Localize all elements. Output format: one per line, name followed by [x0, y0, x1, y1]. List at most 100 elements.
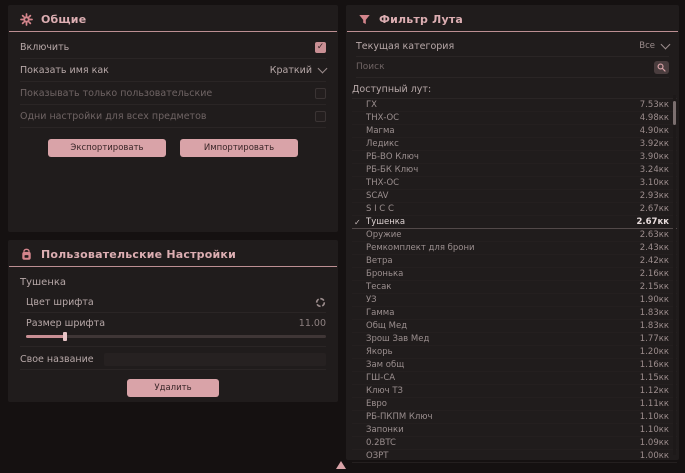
loot-item-value: 1.09кк [640, 438, 669, 448]
loot-row[interactable]: Магма 4.90кк [352, 125, 677, 138]
export-import-row: Экспортировать Импортировать [8, 139, 338, 157]
name-mode-label: Показать имя как [20, 65, 109, 76]
loot-row[interactable]: ГХ 7.53кк [352, 99, 677, 112]
loot-item-value: 3.90кк [640, 152, 669, 162]
loot-item-value: 1.11кк [640, 399, 669, 409]
loot-scrollbar[interactable] [673, 95, 676, 455]
loot-item-name: S I C C [366, 204, 640, 214]
loot-row[interactable]: УЗ 1.90кк [352, 294, 677, 307]
loot-item-value: 1.10кк [640, 425, 669, 435]
name-mode-select[interactable]: Краткий [270, 65, 326, 76]
loot-row[interactable]: Евро 1.11кк [352, 398, 677, 411]
loot-row[interactable]: Гамма 1.83кк [352, 307, 677, 320]
loot-row[interactable]: Общ Мед 1.83кк [352, 320, 677, 333]
category-select[interactable]: Все [639, 41, 669, 51]
loot-item-name: ТНХ-ОС [366, 178, 640, 188]
custom-name-label: Свое название [20, 354, 94, 365]
loot-row[interactable]: ГШ-СА 1.15кк [352, 372, 677, 385]
loot-row[interactable]: ✓ Тушенка 2.67кк [352, 216, 677, 229]
same-settings-label: Одни настройки для всех предметов [20, 111, 206, 122]
loot-item-name: Ледикс [366, 139, 640, 149]
delete-row: Удалить [8, 379, 338, 397]
loot-row[interactable]: Зрош Зав Мед 1.77кк [352, 333, 677, 346]
loot-item-name: Ключ ТЗ [366, 386, 640, 396]
only-custom-checkbox[interactable] [315, 88, 326, 99]
loot-item-name: РБ-ВО Ключ [366, 152, 640, 162]
loot-row[interactable]: РБ-ВО Ключ 3.90кк [352, 151, 677, 164]
loot-row[interactable]: Ключ ТЗ 1.12кк [352, 385, 677, 398]
loot-item-value: 1.90кк [640, 295, 669, 305]
loot-item-value: 4.90кк [640, 126, 669, 136]
loot-item-name: Общ Мед [366, 321, 640, 331]
check-icon: ✓ [354, 218, 366, 227]
general-panel-header: Общие [8, 5, 338, 31]
loot-item-value: 2.67кк [640, 204, 669, 214]
loot-item-name: Зрош Зав Мед [366, 334, 640, 344]
loot-item-value: 1.12кк [640, 386, 669, 396]
loot-item-name: 0.2BTC [366, 438, 640, 448]
loot-row[interactable]: Зам общ 1.16кк [352, 359, 677, 372]
search-button[interactable] [654, 61, 669, 74]
font-size-slider-fill [26, 335, 65, 338]
available-loot-label: Доступный лут: [352, 84, 673, 95]
loot-row[interactable]: Оружие 2.63кк [352, 229, 677, 242]
loot-item-name: РБ-БК Ключ [366, 165, 640, 175]
loot-row[interactable]: Бронька 2.16кк [352, 268, 677, 281]
resize-handle-icon[interactable] [336, 461, 346, 469]
same-settings-checkbox[interactable] [315, 111, 326, 122]
loot-item-name: Зам общ [366, 360, 640, 370]
loot-row[interactable]: Ветра 2.42кк [352, 255, 677, 268]
loot-row[interactable]: Ремкомплект для брони 2.43кк [352, 242, 677, 255]
funnel-icon [358, 13, 371, 26]
loot-item-value: 1.83кк [640, 321, 669, 331]
delete-button[interactable]: Удалить [127, 379, 219, 397]
divider [20, 346, 326, 347]
loot-item-value: 1.20кк [640, 347, 669, 357]
font-size-value: 11.00 [299, 318, 326, 329]
loot-row[interactable]: РБ-БК Ключ 3.24кк [352, 164, 677, 177]
custom-settings-title: Пользовательские Настройки [41, 248, 236, 261]
import-button[interactable]: Импортировать [180, 139, 298, 157]
enable-label: Включить [20, 42, 69, 53]
font-size-slider[interactable] [26, 335, 326, 338]
loot-row[interactable]: РБ-ПКПМ Ключ 1.10кк [352, 411, 677, 424]
loot-item-value: 7.53кк [640, 100, 669, 110]
loot-row[interactable]: ТНХ-ОС 3.10кк [352, 177, 677, 190]
enable-checkbox[interactable]: ✓ [315, 42, 326, 53]
loot-item-name: Евро [366, 399, 640, 409]
loot-item-name: Тушенка [366, 217, 636, 227]
loot-item-name: ТНХ-ОС [366, 113, 640, 123]
loot-row[interactable]: Запонки 1.10кк [352, 424, 677, 437]
loot-row[interactable]: Якорь 1.20кк [352, 346, 677, 359]
loot-row[interactable]: Тесак 2.15кк [352, 281, 677, 294]
loot-row[interactable]: S I C C 2.67кк [352, 203, 677, 216]
custom-name-input[interactable] [104, 353, 326, 366]
loot-item-name: ГШ-СА [366, 373, 640, 383]
loot-item-value: 3.92кк [640, 139, 669, 149]
loot-row[interactable]: 0.2BTC 1.09кк [352, 437, 677, 450]
general-panel: Общие Включить ✓ Показать имя как Кратки… [8, 5, 338, 232]
search-input[interactable]: Поиск [356, 62, 385, 72]
loot-row[interactable]: SCAV 2.93кк [352, 190, 677, 203]
loot-item-name: Запонки [366, 425, 640, 435]
loot-item-value: 2.67кк [636, 217, 669, 227]
loot-scrollbar-thumb[interactable] [673, 101, 676, 125]
backpack-icon [20, 248, 33, 261]
chevron-down-icon [318, 64, 328, 74]
export-button[interactable]: Экспортировать [48, 139, 166, 157]
color-wheel-icon[interactable] [315, 297, 326, 308]
chevron-down-icon [661, 40, 671, 50]
loot-row[interactable]: ТНХ-ОС 4.98кк [352, 112, 677, 125]
loot-row[interactable]: Ледикс 3.92кк [352, 138, 677, 151]
loot-filter-title: Фильтр Лута [379, 13, 463, 26]
loot-item-name: Магма [366, 126, 640, 136]
search-row: Поиск [356, 57, 669, 78]
gear-icon [20, 13, 33, 26]
loot-item-name: Оружие [366, 230, 640, 240]
loot-row[interactable]: ОЗРТ 1.00кк [352, 450, 677, 463]
loot-item-name: ГХ [366, 100, 640, 110]
category-row: Текущая категория Все [356, 36, 669, 57]
loot-filter-panel: Фильтр Лута Текущая категория Все Поиск … [346, 5, 679, 460]
font-size-slider-thumb[interactable] [63, 332, 67, 341]
loot-item-value: 1.10кк [640, 412, 669, 422]
